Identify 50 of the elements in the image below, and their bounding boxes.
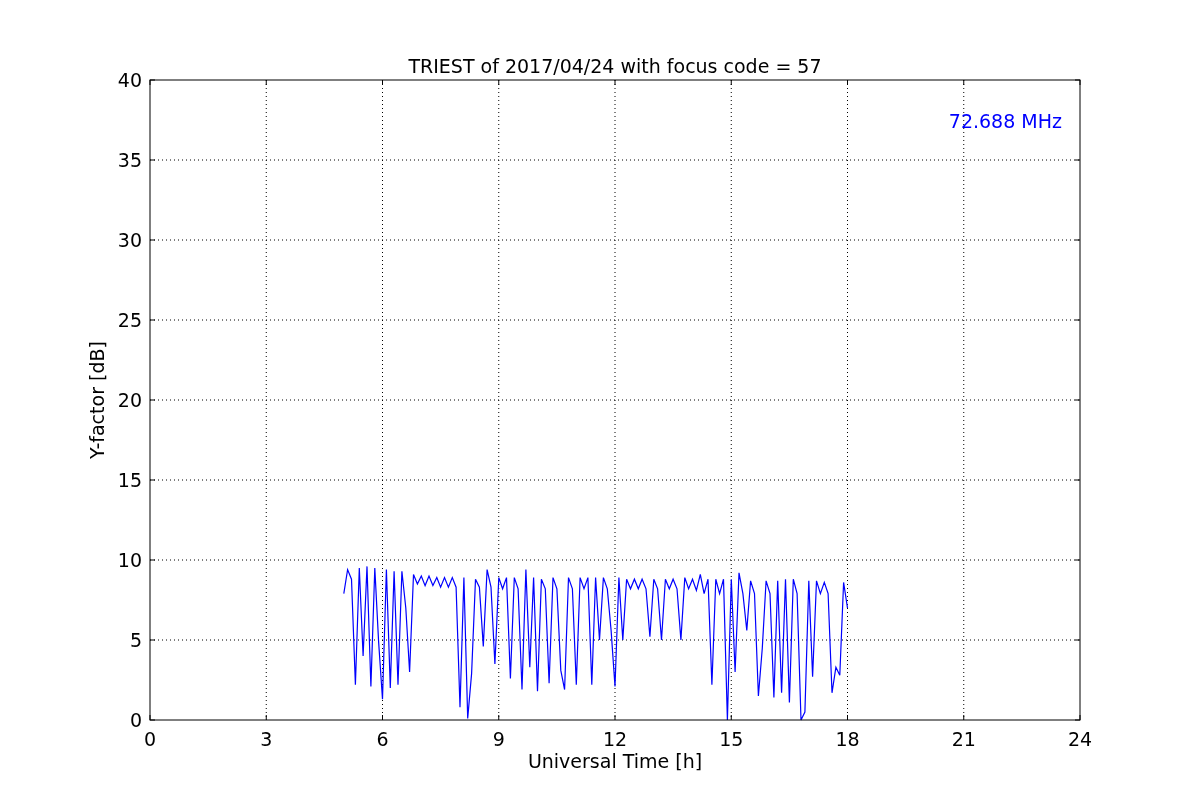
tick-mark — [149, 159, 156, 161]
tick-mark — [1074, 559, 1081, 561]
chart-title: TRIEST of 2017/04/24 with focus code = 57 — [408, 55, 822, 77]
tick-mark — [1074, 399, 1081, 401]
x-tick-label: 6 — [376, 728, 389, 750]
tick-mark — [1074, 159, 1081, 161]
y-tick-label: 15 — [117, 469, 142, 491]
tick-mark — [265, 79, 267, 86]
tick-mark — [963, 714, 965, 721]
tick-mark — [730, 714, 732, 721]
x-tick-label: 18 — [835, 728, 860, 750]
y-axis-label: Y-factor [dB] — [86, 341, 108, 459]
tick-mark — [498, 714, 500, 721]
x-tick-label: 12 — [602, 728, 628, 750]
y-tick-label: 25 — [117, 309, 142, 331]
tick-mark — [1074, 239, 1081, 241]
tick-mark — [382, 714, 383, 721]
y-tick-label: 40 — [117, 69, 142, 91]
y-tick-label: 20 — [117, 389, 142, 411]
tick-mark — [149, 399, 156, 401]
y-tick-label: 30 — [117, 229, 142, 251]
tick-mark — [963, 79, 965, 86]
y-tick-label: 10 — [117, 549, 142, 571]
x-tick-label: 9 — [492, 728, 505, 750]
x-tick-label: 0 — [143, 728, 157, 750]
tick-mark — [498, 79, 500, 86]
x-tick-label: 15 — [719, 728, 744, 750]
x-tick-label: 24 — [1067, 728, 1093, 750]
tick-mark — [614, 714, 616, 721]
tick-mark — [1074, 479, 1081, 481]
tick-mark — [149, 319, 156, 321]
y-tick-label: 35 — [117, 149, 142, 171]
y-tick-label: 5 — [129, 629, 142, 651]
tick-mark — [1074, 319, 1081, 321]
tick-mark — [847, 79, 848, 86]
tick-mark — [149, 479, 156, 481]
tick-mark — [847, 714, 848, 721]
tick-mark — [382, 79, 383, 86]
tick-mark — [149, 559, 156, 561]
x-tick-label: 3 — [260, 728, 273, 750]
series-label: 72.688 MHz — [948, 110, 1062, 132]
tick-mark — [730, 79, 732, 86]
tick-mark — [149, 639, 156, 641]
x-axis-label: Universal Time [h] — [527, 750, 703, 772]
tick-mark — [149, 239, 156, 241]
tick-mark — [1074, 639, 1081, 641]
tick-mark — [614, 79, 616, 86]
x-tick-label: 21 — [951, 728, 976, 750]
tick-mark — [265, 714, 267, 721]
y-tick-label: 0 — [129, 709, 142, 731]
